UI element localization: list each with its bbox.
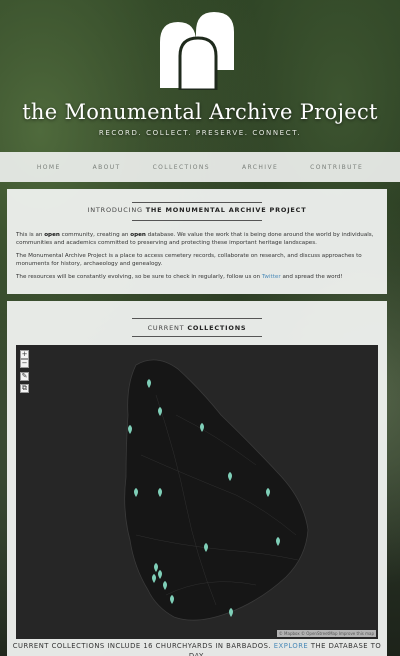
intro-p3-a: The resources will be constantly evolvin… (16, 274, 261, 280)
nav-item-archive[interactable]: ARCHIVE (226, 164, 294, 171)
zoom-in-button[interactable]: + (20, 350, 29, 359)
heading-rule-top (132, 318, 262, 319)
intro-p1-open-2: open (130, 232, 146, 238)
heading-rule-bottom (132, 220, 262, 221)
intro-p1-open-1: open (44, 232, 60, 238)
heading-rule-bottom (132, 336, 262, 337)
collections-summary: CURRENT COLLECTIONS INCLUDE 16 CHURCHYAR… (7, 641, 387, 656)
explore-link[interactable]: EXPLORE (274, 642, 308, 650)
map-canvas[interactable] (16, 345, 378, 639)
share-tool-icon[interactable]: ⧉ (20, 384, 29, 393)
collections-map[interactable]: + − ✎ ⧉ © Mapbox © OpenStreetMap Improve… (16, 345, 378, 639)
logo-icon (160, 12, 234, 90)
site-tagline: RECORD. COLLECT. PRESERVE. CONNECT. (98, 129, 302, 137)
nav-item-about[interactable]: ABOUT (77, 164, 137, 171)
intro-heading-prefix: INTRODUCING (87, 206, 143, 214)
intro-p1-b: community, creating an (61, 232, 129, 238)
intro-paragraph-2: The Monumental Archive Project is a plac… (16, 253, 362, 268)
collections-heading-prefix: CURRENT (147, 324, 185, 332)
nav-item-collections[interactable]: COLLECTIONS (137, 164, 226, 171)
main-nav: HOME ABOUT COLLECTIONS ARCHIVE CONTRIBUT… (0, 152, 400, 182)
intro-heading: INTRODUCING THE MONUMENTAL ARCHIVE PROJE… (7, 202, 387, 221)
hero-header: the Monumental Archive Project RECORD. C… (0, 0, 400, 152)
intro-panel: INTRODUCING THE MONUMENTAL ARCHIVE PROJE… (7, 189, 387, 294)
collections-summary-a: CURRENT COLLECTIONS INCLUDE 16 CHURCHYAR… (12, 642, 272, 650)
intro-p3-b: and spread the word! (282, 274, 343, 280)
zoom-out-button[interactable]: − (20, 359, 29, 368)
barbados-island-shape (124, 359, 309, 621)
collections-heading-bold: COLLECTIONS (187, 324, 247, 332)
collections-panel: CURRENT COLLECTIONS + − ✎ ⧉ © Mapbox © O… (7, 301, 387, 656)
collections-heading: CURRENT COLLECTIONS (7, 318, 387, 337)
intro-p1-a: This is an (16, 232, 43, 238)
intro-paragraph-1: This is an open community, creating an o… (16, 231, 378, 248)
site-title: the Monumental Archive Project (22, 100, 378, 124)
nav-item-contribute[interactable]: CONTRIBUTE (294, 164, 379, 171)
draw-tool-icon[interactable]: ✎ (20, 372, 29, 381)
intro-heading-bold: THE MONUMENTAL ARCHIVE PROJECT (145, 206, 307, 214)
twitter-link[interactable]: Twitter (262, 274, 281, 280)
heading-rule-top (132, 202, 262, 203)
intro-paragraph-3: The resources will be constantly evolvin… (16, 273, 378, 281)
nav-item-home[interactable]: HOME (21, 164, 77, 171)
map-attribution[interactable]: © Mapbox © OpenStreetMap Improve this ma… (276, 630, 376, 637)
